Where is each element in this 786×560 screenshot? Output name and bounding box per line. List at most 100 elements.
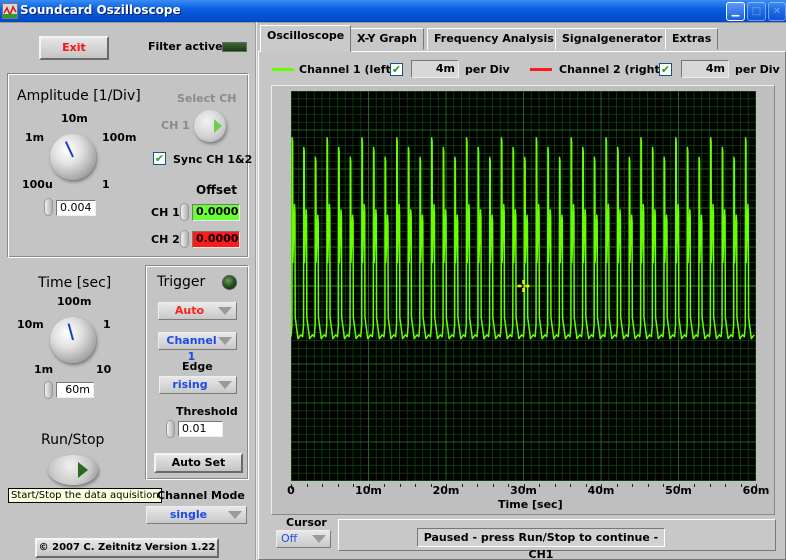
tab-label: Signalgenerator [562, 32, 663, 45]
amplitude-input[interactable]: 0.004 [56, 200, 96, 216]
x-axis-tick [353, 484, 354, 487]
sync-checkbox[interactable]: ✔ [153, 152, 166, 165]
offset-ch2-input[interactable]: 0.0000 [192, 231, 240, 248]
x-axis-title: Time [sec] [498, 498, 563, 511]
auto-set-label: Auto Set [171, 456, 226, 469]
ch1-enable-checkbox[interactable]: ✔ [390, 63, 403, 76]
x-axis-tick [740, 484, 742, 487]
x-axis-tick [632, 484, 633, 487]
x-axis-tick [554, 484, 556, 487]
x-axis-tick [337, 484, 339, 487]
maximize-icon: □ [751, 6, 762, 17]
time-scale-1: 1 [103, 318, 111, 331]
select-ch-channel: CH 1 [161, 119, 190, 132]
chevron-down-icon [218, 337, 232, 345]
amplitude-scale-100u: 100u [22, 178, 53, 191]
amplitude-knob-pointer [64, 141, 74, 158]
maximize-button[interactable]: □ [747, 2, 766, 21]
x-axis-tick [709, 484, 711, 487]
trigger-title: Trigger [157, 274, 206, 290]
trigger-mode-value: Auto [174, 304, 205, 317]
cursor-dropdown[interactable]: Off [276, 530, 331, 548]
panel-divider [255, 22, 257, 560]
copyright-label: © 2007 C. Zeitnitz Version 1.22 [38, 542, 216, 553]
amplitude-knob[interactable] [50, 134, 96, 180]
waveform-graph[interactable] [291, 91, 756, 481]
x-tick-label: 10m [355, 484, 382, 497]
time-knob[interactable] [50, 317, 96, 363]
x-tick-label: 60m [742, 484, 770, 497]
trigger-channel-dropdown[interactable]: Channel 1 [158, 332, 237, 363]
close-button[interactable]: ✕ [768, 2, 786, 21]
tab-signalgenerator[interactable]: Signalgenerator [555, 28, 670, 50]
tab-frequency-analysis[interactable]: Frequency Analysis [427, 28, 561, 50]
time-knob-pointer [67, 323, 74, 341]
x-axis-tick [585, 484, 587, 487]
channel-mode-value: single [169, 508, 208, 521]
ch2-per-div-label: per Div [735, 63, 780, 76]
tab-oscilloscope[interactable]: Oscilloscope [260, 25, 352, 52]
window-title: Soundcard Oszilloscope [20, 3, 181, 17]
offset-ch1-input[interactable]: 0.0000 [192, 204, 240, 221]
x-axis-tick [570, 484, 571, 487]
x-axis-tick [694, 484, 695, 487]
tab-label: X-Y Graph [357, 32, 417, 45]
threshold-spinner[interactable] [166, 420, 175, 438]
x-axis-tick [492, 484, 494, 487]
x-tick-label: 20m [432, 484, 460, 497]
filter-active-led [222, 42, 247, 52]
x-tick-label: 0 [287, 484, 295, 497]
amplitude-title: Amplitude [1/Div] [17, 88, 141, 104]
tab-label: Extras [672, 32, 712, 45]
amplitude-scale-10m: 10m [61, 112, 88, 125]
auto-set-button[interactable]: Auto Set [154, 453, 243, 473]
x-tick-label: 50m [665, 484, 692, 497]
ch2-per-div-input[interactable]: 4m [681, 60, 729, 78]
offset-ch1-spinner[interactable] [180, 203, 189, 221]
minimize-button[interactable]: ▁ [726, 2, 745, 21]
run-stop-button[interactable] [48, 455, 98, 485]
edge-dropdown[interactable]: rising [159, 376, 237, 394]
ch2-enable-checkbox[interactable]: ✔ [659, 63, 672, 76]
amplitude-scale-100m: 100m [102, 131, 137, 144]
tab-label: Oscilloscope [267, 29, 345, 42]
tab-label: Frequency Analysis [434, 32, 554, 45]
tab-x-y-graph[interactable]: X-Y Graph [350, 28, 424, 50]
threshold-input[interactable]: 0.01 [178, 421, 223, 437]
run-stop-tooltip: Start/Stop the data aquisition [8, 488, 162, 503]
offset-ch2-spinner[interactable] [180, 230, 189, 248]
x-axis-tick [415, 484, 416, 487]
ch1-per-div-input[interactable]: 4m [411, 60, 459, 78]
run-stop-label: Run/Stop [41, 432, 105, 448]
chevron-down-icon [218, 307, 232, 315]
x-axis-tick [384, 484, 385, 487]
x-axis-tick [430, 484, 432, 487]
amplitude-spinner[interactable] [44, 198, 53, 216]
ch1-per-div-label: per Div [465, 63, 510, 76]
chevron-down-icon [218, 381, 232, 389]
time-input[interactable]: 60m [56, 382, 94, 398]
edge-value: rising [172, 378, 208, 391]
select-ch-button[interactable] [194, 110, 226, 142]
exit-button[interactable]: Exit [39, 36, 109, 60]
trigger-mode-dropdown[interactable]: Auto [158, 302, 237, 320]
x-axis-tick [508, 484, 509, 487]
time-spinner[interactable] [44, 381, 53, 399]
ch1-legend-line [272, 68, 294, 71]
title-bar: Soundcard Oszilloscope ▁ □ ✕ [0, 0, 786, 22]
channel-mode-dropdown[interactable]: single [146, 506, 247, 524]
select-ch-title: Select CH [177, 92, 237, 105]
x-axis-tick [306, 484, 308, 487]
ch2-legend-line [530, 68, 552, 71]
x-axis-tick [616, 484, 618, 487]
trigger-led [222, 275, 237, 290]
tab-extras[interactable]: Extras [665, 28, 719, 50]
ch1-label: Channel 1 (left) [299, 63, 396, 76]
time-scale-10: 10 [96, 363, 112, 376]
x-tick-label: 30m [510, 484, 537, 497]
x-axis-tick [663, 484, 664, 487]
cursor-label: Cursor [286, 516, 327, 529]
time-title: Time [sec] [38, 275, 112, 291]
amplitude-scale-1m: 1m [25, 131, 45, 144]
copyright-button[interactable]: © 2007 C. Zeitnitz Version 1.22 [35, 538, 219, 558]
